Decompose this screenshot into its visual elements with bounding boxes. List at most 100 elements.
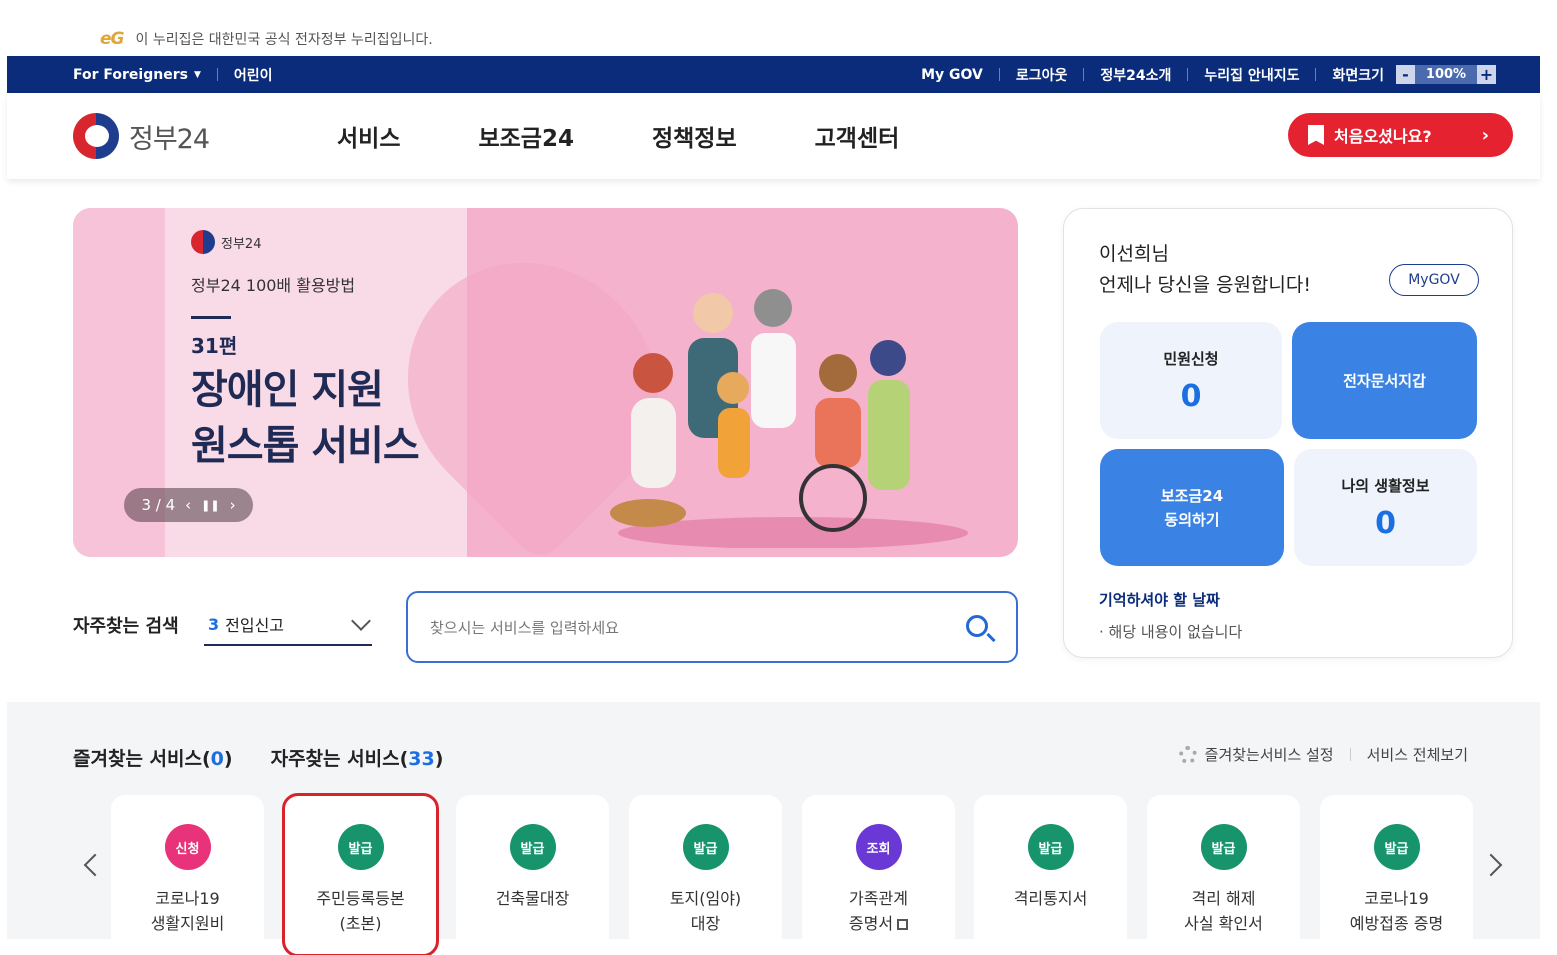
my-info-panel: 이선희님 언제나 당신을 응원합니다! MyGOV 민원신청 0 전자문서지갑 … [1063, 208, 1513, 658]
first-visit-button[interactable]: 처음오셨나요? › [1288, 113, 1513, 157]
promo-banner[interactable]: 정부24 정부24 100배 활용방법 31편 장애인 지원 원스톱 서비스 3… [73, 208, 1018, 557]
bookmark-star-icon [1308, 125, 1324, 145]
menu-services[interactable]: 서비스 [337, 119, 400, 153]
carousel-prev-icon[interactable] [83, 853, 107, 877]
remember-dates-title[interactable]: 기억하셔야 할 날짜 [1099, 589, 1220, 610]
tab-favorite-services[interactable]: 즐겨찾는 서비스(0) [73, 744, 233, 771]
frequent-search-dropdown[interactable]: 3 전입신고 [204, 604, 372, 646]
divider [1187, 68, 1189, 81]
service-name: 코로나19 예방접종 증명 [1349, 889, 1444, 933]
service-name: 토지(임야) 대장 [669, 889, 742, 933]
tab-favorites-label: 즐겨찾는 서비스( [73, 748, 211, 770]
service-badge: 발급 [1200, 824, 1247, 870]
logout-link[interactable]: 로그아웃 [1016, 65, 1068, 85]
remember-empty-text: 해당 내용이 없습니다 [1108, 623, 1243, 641]
civil-applications-tile[interactable]: 민원신청 0 [1100, 322, 1282, 439]
tab-frequent-services[interactable]: 자주찾는 서비스(33) [271, 744, 444, 771]
subsidy-consent-line2: 동의하기 [1164, 510, 1220, 529]
tab-favorites-count: 0 [210, 748, 224, 770]
next-icon[interactable]: › [230, 496, 236, 514]
menu-customer-center[interactable]: 고객센터 [815, 119, 900, 153]
banner-title-line1: 장애인 지원 [191, 367, 384, 413]
banner-logo: 정부24 [191, 230, 261, 254]
pause-icon[interactable]: ❚❚ [201, 499, 219, 512]
gear-icon [1178, 745, 1197, 764]
life-info-tile[interactable]: 나의 생활정보 0 [1294, 449, 1477, 566]
main-menu: 서비스 보조금24 정책정보 고객센터 [337, 93, 977, 179]
service-card[interactable]: 신청 코로나19 생활지원비 [111, 795, 264, 955]
logo-text: 정부24 [129, 123, 210, 155]
mygov-button[interactable]: MyGOV [1389, 264, 1479, 296]
search-icon[interactable] [966, 615, 988, 637]
services-links: 즐겨찾는서비스 설정 서비스 전체보기 [1178, 744, 1468, 765]
taegeuk-icon [73, 113, 119, 159]
greeting-message: 언제나 당신을 응원합니다! [1099, 274, 1311, 296]
kids-link[interactable]: 어린이 [234, 65, 273, 85]
service-card[interactable]: 발급 건축물대장 [456, 795, 609, 955]
service-badge: 신청 [164, 824, 211, 870]
dropdown-caret-icon[interactable]: ▼ [194, 70, 201, 80]
service-name: 코로나19 생활지원비 [150, 889, 225, 933]
frequent-search-label: 자주찾는 검색 [73, 616, 179, 637]
service-badge: 발급 [1373, 824, 1420, 870]
tab-frequent-label: 자주찾는 서비스( [270, 748, 409, 770]
service-name: 격리 해제 사실 확인서 [1184, 889, 1263, 933]
all-services-link[interactable]: 서비스 전체보기 [1367, 744, 1468, 765]
service-badge: 발급 [682, 824, 729, 870]
service-card[interactable]: 조회 가족관계 증명서 [802, 795, 955, 955]
subsidy-consent-tile[interactable]: 보조금24 동의하기 [1100, 449, 1284, 566]
civil-applications-count: 0 [1180, 379, 1202, 414]
menu-policy-info[interactable]: 정책정보 [652, 119, 737, 153]
top-utility-bar: For Foreigners ▼ 어린이 My GOV 로그아웃 정부24소개 … [7, 56, 1540, 93]
service-badge: 조회 [855, 824, 902, 870]
divider [216, 68, 218, 81]
service-card[interactable]: 발급 격리 해제 사실 확인서 [1147, 795, 1300, 955]
service-card[interactable]: 발급 코로나19 예방접종 증명 [1320, 795, 1473, 955]
favorite-settings-link[interactable]: 즐겨찾는서비스 설정 [1205, 744, 1334, 765]
screen-size-label: 화면크기 [1332, 67, 1384, 84]
prev-icon[interactable]: ‹ [185, 496, 191, 514]
divider [1083, 68, 1085, 81]
service-badge: 발급 [337, 824, 384, 870]
intro-link[interactable]: 정부24소개 [1100, 65, 1171, 85]
menu-subsidy24[interactable]: 보조금24 [478, 119, 574, 153]
frequent-search-text: 전입신고 [225, 616, 285, 635]
chevron-right-icon: › [1481, 124, 1489, 146]
banner-title: 장애인 지원 원스톱 서비스 [191, 362, 420, 474]
eg-logo: eG [100, 29, 125, 49]
greeting: 이선희님 언제나 당신을 응원합니다! [1099, 239, 1311, 301]
remember-dates-empty: · 해당 내용이 없습니다 [1099, 623, 1243, 641]
service-badge: 발급 [509, 824, 556, 870]
service-card[interactable]: 발급 토지(임야) 대장 [629, 795, 782, 955]
divider [1349, 748, 1351, 761]
divider [998, 68, 1000, 81]
service-card-selected[interactable]: 발급 주민등록등본 (초본) [282, 793, 439, 955]
service-name: 건축물대장 [495, 889, 570, 908]
banner-title-line2: 원스톱 서비스 [191, 423, 420, 469]
close-paren: ) [223, 748, 233, 770]
for-foreigners-link[interactable]: For Foreigners [73, 67, 188, 83]
service-name: 가족관계 증명서 [849, 886, 909, 936]
divider [1315, 68, 1317, 81]
mygov-link[interactable]: My GOV [921, 67, 983, 83]
banner-divider [191, 316, 231, 319]
carousel-next-icon[interactable] [1479, 853, 1503, 877]
e-document-wallet-label: 전자문서지갑 [1343, 371, 1426, 390]
tab-frequent-count: 33 [408, 748, 435, 770]
life-info-label: 나의 생활정보 [1341, 477, 1430, 495]
search-input[interactable] [430, 613, 950, 643]
search-box [406, 591, 1018, 663]
frequent-search-rank: 3 [208, 614, 220, 634]
external-link-icon [897, 919, 909, 930]
gov-notice-text: 이 누리집은 대한민국 공식 전자정부 누리집입니다. [135, 32, 433, 48]
service-card[interactable]: 발급 격리통지서 [974, 795, 1127, 955]
gov24-logo[interactable]: 정부24 [73, 113, 210, 159]
banner-pager: 3 / 4 ‹ ❚❚ › [124, 488, 253, 522]
e-document-wallet-tile[interactable]: 전자문서지갑 [1292, 322, 1477, 439]
service-badge: 발급 [1027, 824, 1074, 870]
greeting-name: 이선희님 [1099, 243, 1169, 265]
zoom-out-button[interactable]: - [1396, 65, 1415, 84]
banner-logo-text: 정부24 [221, 236, 262, 252]
sitemap-link[interactable]: 누리집 안내지도 [1204, 65, 1299, 85]
zoom-in-button[interactable]: + [1477, 65, 1496, 84]
